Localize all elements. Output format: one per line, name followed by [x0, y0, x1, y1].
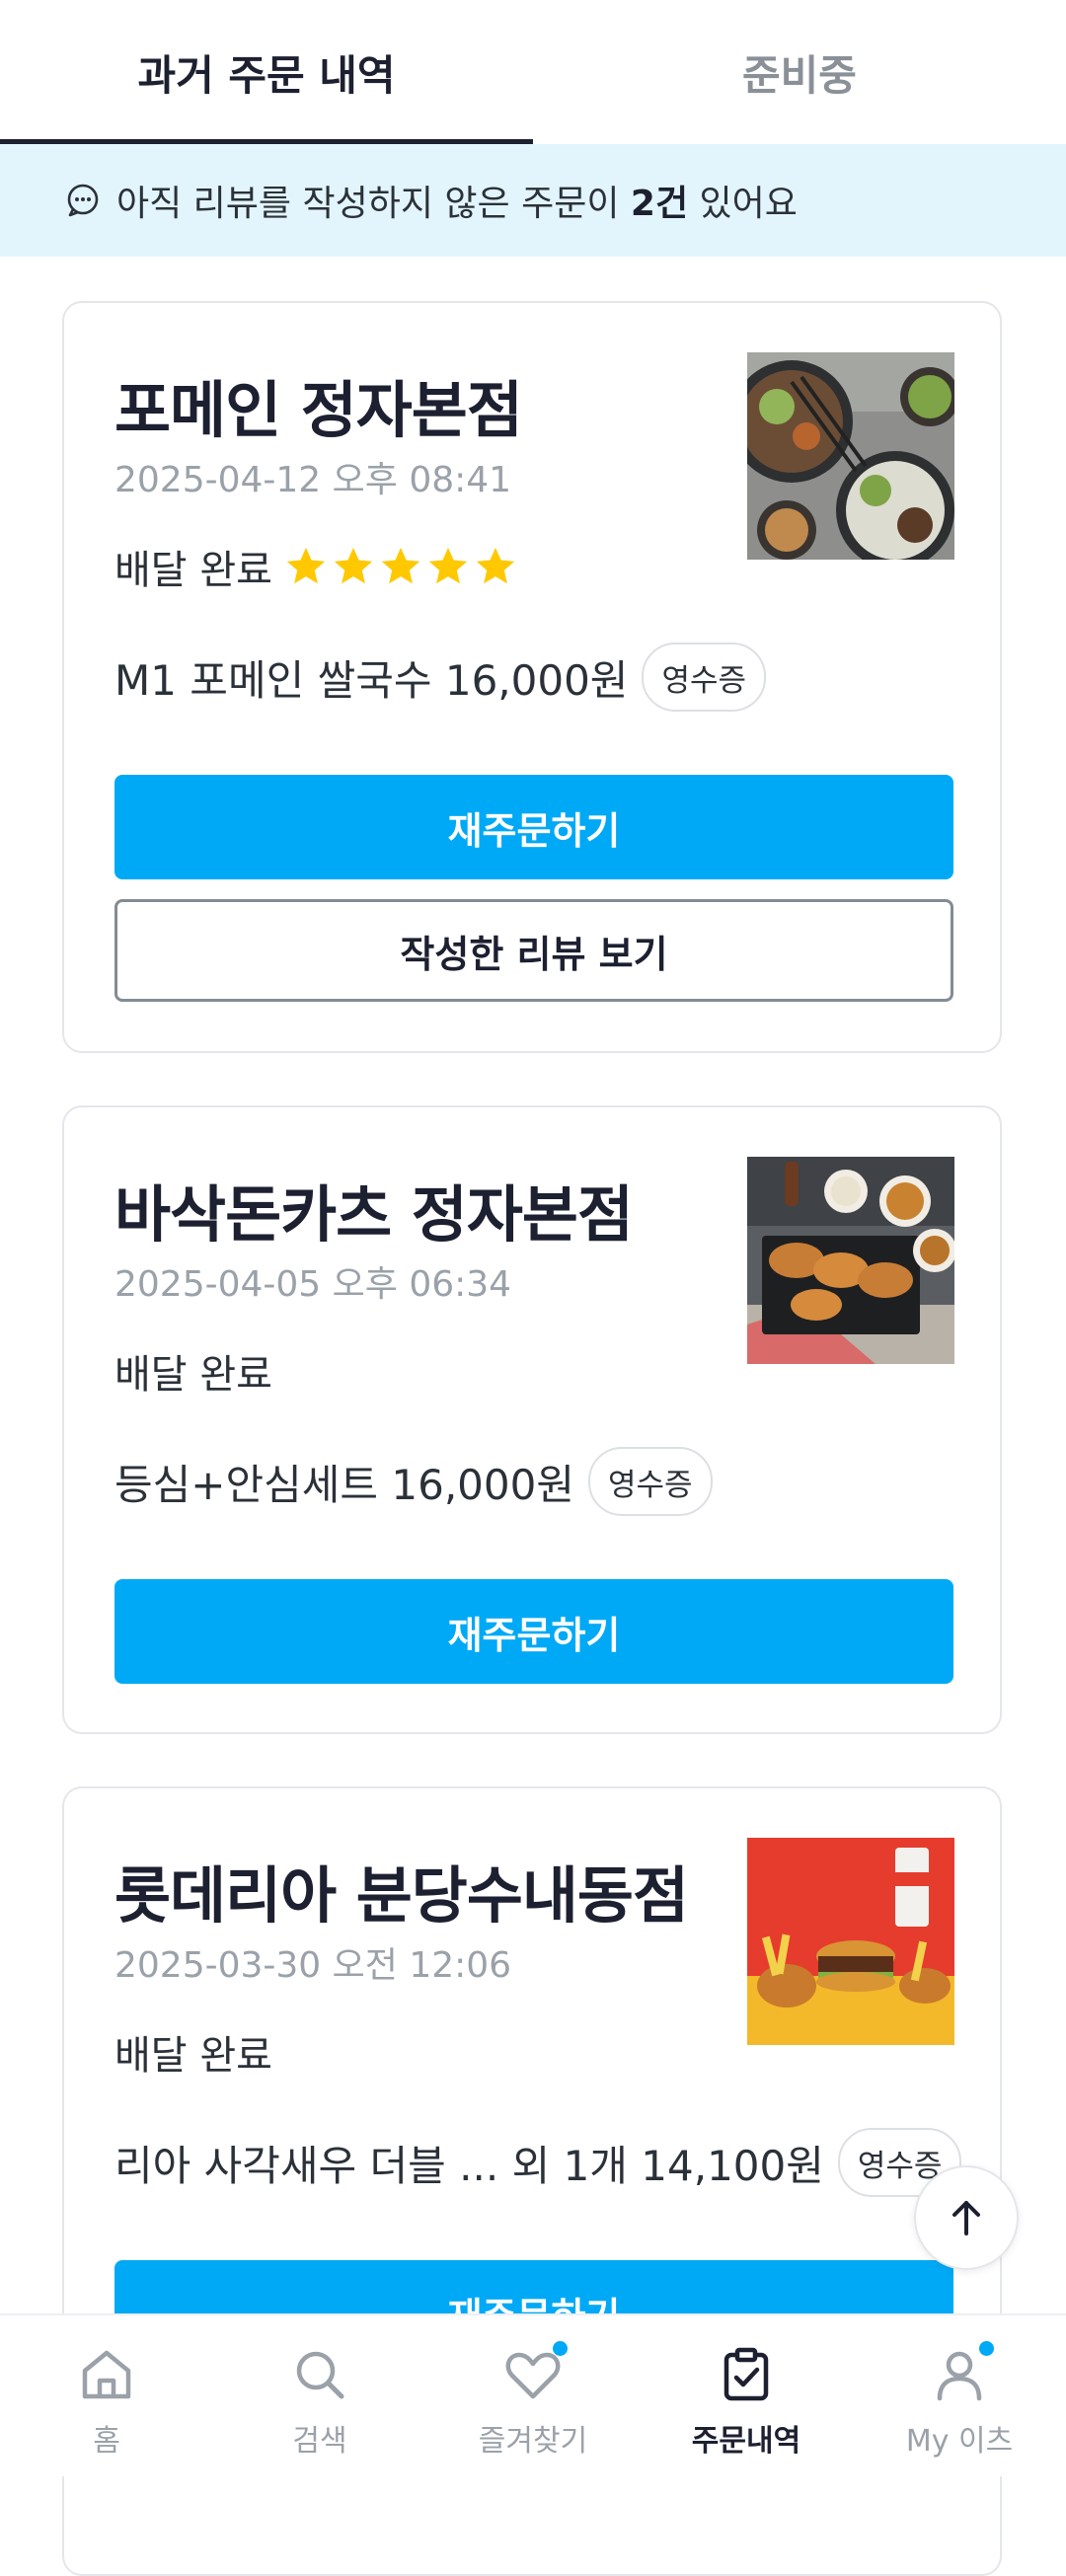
star-icon: [286, 547, 326, 584]
banner-count: 2건: [630, 184, 689, 224]
nav-my-eats[interactable]: My 이츠: [853, 2315, 1066, 2476]
order-item-summary: 등심+안심세트 16,000원 영수증: [114, 1447, 713, 1516]
order-item-summary: M1 포메인 쌀국수 16,000원 영수증: [114, 643, 767, 712]
order-date: 2025-03-30 오전 12:06: [114, 1945, 512, 1986]
bottom-navigation: 홈 검색 즐겨찾기 주문내역 My 이츠: [0, 2313, 1066, 2476]
store-name[interactable]: 롯데리아 분당수내동점: [114, 1846, 689, 1934]
order-status: 배달 완료: [114, 2033, 272, 2079]
order-status: 배달 완료: [114, 538, 519, 595]
order-status: 배달 완료: [114, 1352, 272, 1398]
tab-preparing[interactable]: 준비중: [533, 0, 1066, 144]
order-card: 바삭돈카츠 정자본점 2025-04-05 오후 06:34 배달 완료 등심+…: [62, 1105, 1002, 1734]
nav-orders[interactable]: 주문내역: [640, 2315, 853, 2476]
review-reminder-banner[interactable]: 아직 리뷰를 작성하지 않은 주문이 2건 있어요: [0, 144, 1066, 257]
clipboard-check-icon: [723, 2347, 769, 2401]
nav-label: 주문내역: [691, 2424, 801, 2459]
banner-text: 아직 리뷰를 작성하지 않은 주문이 2건 있어요: [116, 184, 798, 224]
order-item-summary: 리아 사각새우 더블 ... 외 1개 14,100원 영수증: [114, 2128, 962, 2197]
star-icon: [476, 547, 515, 584]
order-card: 포메인 정자본점 2025-04-12 오후 08:41 배달 완료 M1 포메…: [62, 301, 1002, 1053]
order-tabs: 과거 주문 내역 준비중: [0, 0, 1066, 144]
tab-past-orders[interactable]: 과거 주문 내역: [0, 0, 533, 144]
home-icon: [82, 2350, 131, 2399]
order-date: 2025-04-05 오후 06:34: [114, 1264, 512, 1305]
rating-stars: [282, 544, 519, 589]
star-icon: [428, 547, 468, 584]
arrow-up-icon: [952, 2201, 980, 2235]
food-image[interactable]: [747, 1157, 954, 1364]
chat-bubble-icon: [67, 184, 99, 217]
nav-search[interactable]: 검색: [213, 2315, 426, 2476]
order-date: 2025-04-12 오후 08:41: [114, 460, 512, 500]
nav-label: 즐겨찾기: [478, 2424, 588, 2459]
receipt-button[interactable]: 영수증: [587, 1447, 713, 1516]
store-name[interactable]: 포메인 정자본점: [114, 360, 523, 449]
reorder-button[interactable]: 재주문하기: [114, 775, 953, 879]
reorder-button[interactable]: 재주문하기: [114, 1579, 953, 1684]
nav-label: 검색: [292, 2424, 347, 2459]
nav-home[interactable]: 홈: [0, 2315, 213, 2476]
notification-dot: [979, 2341, 994, 2356]
receipt-button[interactable]: 영수증: [642, 643, 767, 712]
search-icon: [296, 2351, 344, 2399]
food-image[interactable]: [747, 1838, 954, 2045]
view-review-button[interactable]: 작성한 리뷰 보기: [114, 899, 953, 1002]
store-name[interactable]: 바삭돈카츠 정자본점: [114, 1165, 634, 1253]
food-image[interactable]: [747, 352, 954, 560]
star-icon: [381, 547, 420, 584]
star-icon: [334, 547, 373, 584]
nav-label: My 이츠: [905, 2424, 1014, 2459]
nav-favorites[interactable]: 즐겨찾기: [426, 2315, 640, 2476]
notification-dot: [553, 2341, 568, 2356]
nav-label: 홈: [93, 2424, 120, 2459]
scroll-to-top-button[interactable]: [914, 2165, 1019, 2270]
